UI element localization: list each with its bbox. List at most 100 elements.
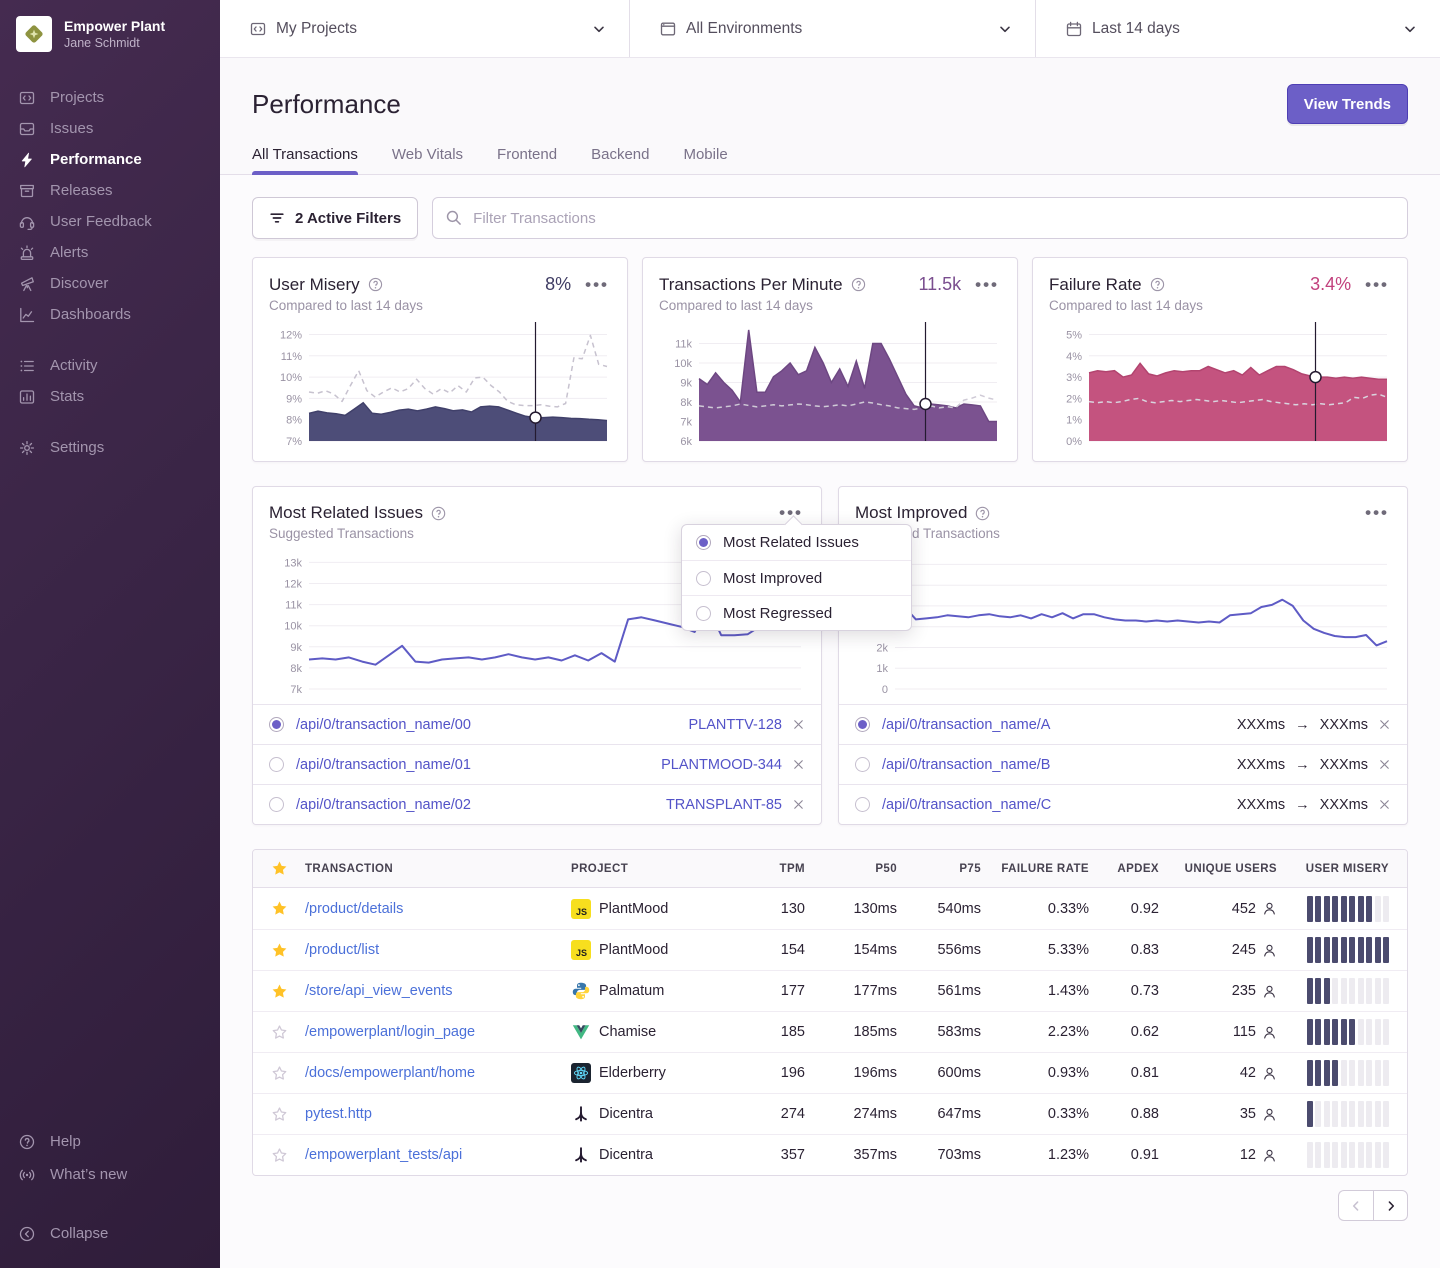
help-icon[interactable]: [431, 506, 446, 521]
help-icon[interactable]: [975, 506, 990, 521]
star-outline-icon[interactable]: [271, 1065, 288, 1082]
transaction-link[interactable]: /api/0/transaction_name/B: [882, 757, 1050, 773]
transaction-link[interactable]: /store/api_view_events: [305, 983, 453, 999]
collapse-icon: [19, 1226, 35, 1242]
sidebar-item-releases[interactable]: Releases: [0, 175, 220, 206]
sidebar-item-stats[interactable]: Stats: [0, 381, 220, 412]
close-icon[interactable]: [792, 718, 805, 731]
tab-all-transactions[interactable]: All Transactions: [252, 146, 358, 174]
close-icon[interactable]: [792, 798, 805, 811]
column-header-user-misery[interactable]: USER MISERY: [1277, 863, 1407, 875]
column-header-transaction[interactable]: TRANSACTION: [305, 863, 571, 875]
active-filters-button[interactable]: 2 Active Filters: [252, 197, 418, 239]
menu-item-most-regressed[interactable]: Most Regressed: [682, 595, 911, 630]
project-name: Chamise: [599, 1024, 656, 1040]
transaction-link[interactable]: /api/0/transaction_name/01: [296, 757, 471, 773]
date-range-dropdown[interactable]: Last 14 days: [1036, 0, 1440, 57]
close-icon[interactable]: [1378, 758, 1391, 771]
star-column-header[interactable]: [253, 860, 305, 877]
radio-button[interactable]: [855, 757, 870, 772]
duration-after: XXXms: [1320, 757, 1368, 773]
transaction-link[interactable]: /empowerplant/login_page: [305, 1024, 475, 1040]
issue-link[interactable]: PLANTTV-128: [689, 717, 783, 733]
transaction-link[interactable]: /api/0/transaction_name/A: [882, 717, 1050, 733]
tab-web-vitals[interactable]: Web Vitals: [392, 146, 463, 174]
sidebar-item-activity[interactable]: Activity: [0, 350, 220, 381]
related-transaction-row: /api/0/transaction_name/00 PLANTTV-128: [253, 704, 821, 744]
search-input[interactable]: [432, 197, 1408, 239]
help-icon[interactable]: [851, 277, 866, 292]
radio-button[interactable]: [855, 797, 870, 812]
star-filled-icon[interactable]: [271, 900, 288, 917]
column-header-apdex[interactable]: APDEX: [1089, 863, 1159, 875]
menu-item-most-improved[interactable]: Most Improved: [682, 560, 911, 595]
p50-cell: 274ms: [805, 1106, 897, 1122]
project-filter-dropdown[interactable]: My Projects: [220, 0, 630, 57]
transaction-link[interactable]: /api/0/transaction_name/02: [296, 797, 471, 813]
transaction-link[interactable]: /api/0/transaction_name/C: [882, 797, 1051, 813]
tpm-chart: 11k10k9k8k7k6k: [659, 319, 1001, 456]
transaction-link[interactable]: /product/details: [305, 901, 403, 917]
transaction-link[interactable]: pytest.http: [305, 1106, 372, 1122]
sidebar-item-issues[interactable]: Issues: [0, 113, 220, 144]
tab-frontend[interactable]: Frontend: [497, 146, 557, 174]
apdex-cell: 0.73: [1089, 983, 1159, 999]
radio-button[interactable]: [696, 571, 711, 586]
dropdown-value: All Environments: [686, 20, 802, 38]
sidebar-item-what-s-new[interactable]: What’s new: [0, 1158, 220, 1191]
sidebar-item-help[interactable]: Help: [0, 1125, 220, 1158]
issue-link[interactable]: PLANTMOOD-344: [661, 757, 782, 773]
view-trends-button[interactable]: View Trends: [1287, 84, 1408, 124]
radio-button[interactable]: [696, 535, 711, 550]
close-icon[interactable]: [1378, 718, 1391, 731]
star-outline-icon[interactable]: [271, 1106, 288, 1123]
card-menu-button[interactable]: •••: [583, 276, 611, 294]
sidebar-item-user-feedback[interactable]: User Feedback: [0, 206, 220, 237]
p75-cell: 647ms: [897, 1106, 981, 1122]
radio-button[interactable]: [269, 797, 284, 812]
menu-item-most-related-issues[interactable]: Most Related Issues: [682, 525, 911, 560]
transaction-link[interactable]: /product/list: [305, 942, 379, 958]
help-icon[interactable]: [1150, 277, 1165, 292]
issue-link[interactable]: TRANSPLANT-85: [666, 797, 782, 813]
arrow-right-icon: →: [1295, 717, 1310, 733]
radio-button[interactable]: [855, 717, 870, 732]
environment-filter-dropdown[interactable]: All Environments: [630, 0, 1036, 57]
column-header-p75[interactable]: P75: [897, 863, 981, 875]
column-header-tpm[interactable]: TPM: [741, 863, 805, 875]
card-menu-button[interactable]: •••: [973, 276, 1001, 294]
tab-backend[interactable]: Backend: [591, 146, 649, 174]
column-header-p50[interactable]: P50: [805, 863, 897, 875]
column-header-project[interactable]: PROJECT: [571, 863, 741, 875]
sidebar-item-discover[interactable]: Discover: [0, 268, 220, 299]
transaction-link[interactable]: /empowerplant_tests/api: [305, 1147, 462, 1163]
column-header-unique-users[interactable]: UNIQUE USERS: [1159, 863, 1277, 875]
star-outline-icon[interactable]: [271, 1024, 288, 1041]
card-value: 11.5k: [918, 274, 961, 295]
sidebar-item-settings[interactable]: Settings: [0, 432, 220, 463]
help-icon[interactable]: [368, 277, 383, 292]
table-row: pytest.httpDicentra274274ms647ms0.33%0.8…: [253, 1093, 1407, 1134]
card-menu-button[interactable]: •••: [1363, 276, 1391, 294]
close-icon[interactable]: [1378, 798, 1391, 811]
column-header-failure-rate[interactable]: FAILURE RATE: [981, 863, 1089, 875]
org-switcher[interactable]: Empower Plant Jane Schmidt: [0, 0, 220, 62]
transaction-link[interactable]: /docs/empowerplant/home: [305, 1065, 475, 1081]
radio-button[interactable]: [269, 717, 284, 732]
star-filled-icon[interactable]: [271, 942, 288, 959]
radio-button[interactable]: [696, 606, 711, 621]
widget-menu-button[interactable]: •••: [1363, 504, 1391, 522]
sidebar-item-performance[interactable]: Performance: [0, 144, 220, 175]
previous-page-button[interactable]: [1338, 1190, 1373, 1221]
star-filled-icon[interactable]: [271, 983, 288, 1000]
next-page-button[interactable]: [1373, 1190, 1408, 1221]
radio-button[interactable]: [269, 757, 284, 772]
sidebar-item-projects[interactable]: Projects: [0, 82, 220, 113]
sidebar-collapse-button[interactable]: Collapse: [0, 1217, 220, 1250]
close-icon[interactable]: [792, 758, 805, 771]
sidebar-item-alerts[interactable]: Alerts: [0, 237, 220, 268]
star-outline-icon[interactable]: [271, 1147, 288, 1164]
sidebar-item-dashboards[interactable]: Dashboards: [0, 299, 220, 330]
transaction-link[interactable]: /api/0/transaction_name/00: [296, 717, 471, 733]
tab-mobile[interactable]: Mobile: [683, 146, 727, 174]
